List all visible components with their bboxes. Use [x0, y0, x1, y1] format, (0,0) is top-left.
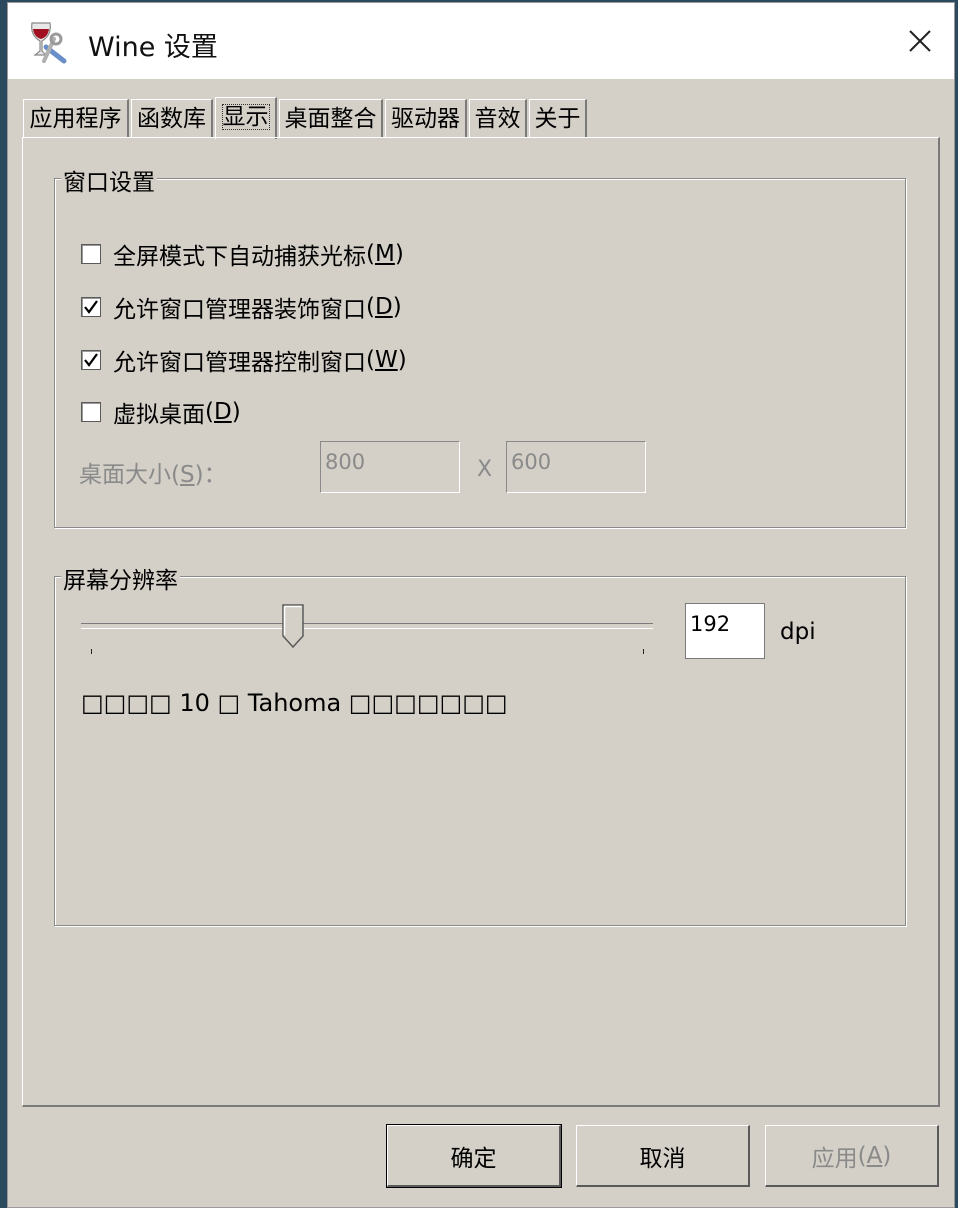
cancel-button[interactable]: 取消: [576, 1125, 750, 1187]
checkbox-label: 虚拟桌面: [113, 402, 205, 428]
wine-glass-icon: [31, 22, 67, 64]
tab-about[interactable]: 关于: [529, 99, 587, 137]
dpi-input[interactable]: 192: [685, 603, 765, 659]
title-bar: Wine 设置: [8, 3, 954, 79]
checkbox-box[interactable]: [81, 402, 101, 422]
checkbox-label: 允许窗口管理器装饰窗口: [113, 297, 366, 323]
desktop-width-field[interactable]: 800: [320, 441, 460, 493]
close-icon: [909, 30, 931, 52]
checkmark-icon: [84, 353, 98, 367]
slider-tick: [91, 649, 92, 654]
capture-mouse-checkbox[interactable]: 全屏模式下自动捕获光标 (M): [81, 237, 404, 271]
screen-resolution-group: 屏幕分辨率 192 dpi □□□□ 10 □ Tahoma □□□□□□□: [54, 561, 906, 926]
group-title: 窗口设置: [61, 163, 157, 197]
checkbox-label: 全屏模式下自动捕获光标: [113, 244, 366, 270]
desktop-size-label: 桌面大小(S)：: [79, 462, 227, 488]
wm-control-checkbox[interactable]: 允许窗口管理器控制窗口 (W): [81, 343, 407, 377]
group-title: 屏幕分辨率: [61, 561, 180, 595]
dpi-slider-thumb[interactable]: [281, 604, 304, 648]
checkmark-icon: [84, 300, 98, 314]
dpi-unit-label: dpi: [780, 619, 816, 645]
tab-libraries[interactable]: 函数库: [131, 99, 213, 137]
ok-button[interactable]: 确定: [386, 1124, 562, 1188]
size-separator: X: [477, 457, 493, 482]
tab-audio[interactable]: 音效: [469, 99, 527, 137]
tab-applications[interactable]: 应用程序: [23, 99, 129, 137]
tab-drives[interactable]: 驱动器: [385, 99, 467, 137]
checkbox-box[interactable]: [81, 244, 101, 264]
checkbox-box[interactable]: [81, 350, 101, 370]
wm-decorate-checkbox[interactable]: 允许窗口管理器装饰窗口 (D): [81, 290, 402, 324]
wine-settings-window: Wine 设置 应用程序 函数库 显示 桌面整合 驱动器 音效 关于 窗口设置 …: [7, 2, 955, 1208]
slider-tick: [643, 649, 644, 654]
window-title: Wine 设置: [88, 32, 218, 63]
apply-button[interactable]: 应用(A): [765, 1125, 939, 1187]
tab-desktop-integration[interactable]: 桌面整合: [279, 99, 383, 137]
window-settings-group: 窗口设置 全屏模式下自动捕获光标 (M) 允许窗口管理器装饰窗口 (D) 允许窗…: [54, 163, 906, 528]
virtual-desktop-checkbox[interactable]: 虚拟桌面 (D): [81, 395, 241, 429]
dpi-slider-track[interactable]: [81, 623, 653, 629]
desktop-height-field[interactable]: 600: [506, 441, 646, 493]
tab-graphics[interactable]: 显示: [215, 97, 277, 139]
font-preview-text: □□□□ 10 □ Tahoma □□□□□□□: [81, 689, 508, 717]
tab-panel: 窗口设置 全屏模式下自动捕获光标 (M) 允许窗口管理器装饰窗口 (D) 允许窗…: [22, 137, 940, 1107]
checkbox-label: 允许窗口管理器控制窗口: [113, 350, 366, 376]
close-button[interactable]: [900, 21, 940, 61]
checkbox-box[interactable]: [81, 297, 101, 317]
